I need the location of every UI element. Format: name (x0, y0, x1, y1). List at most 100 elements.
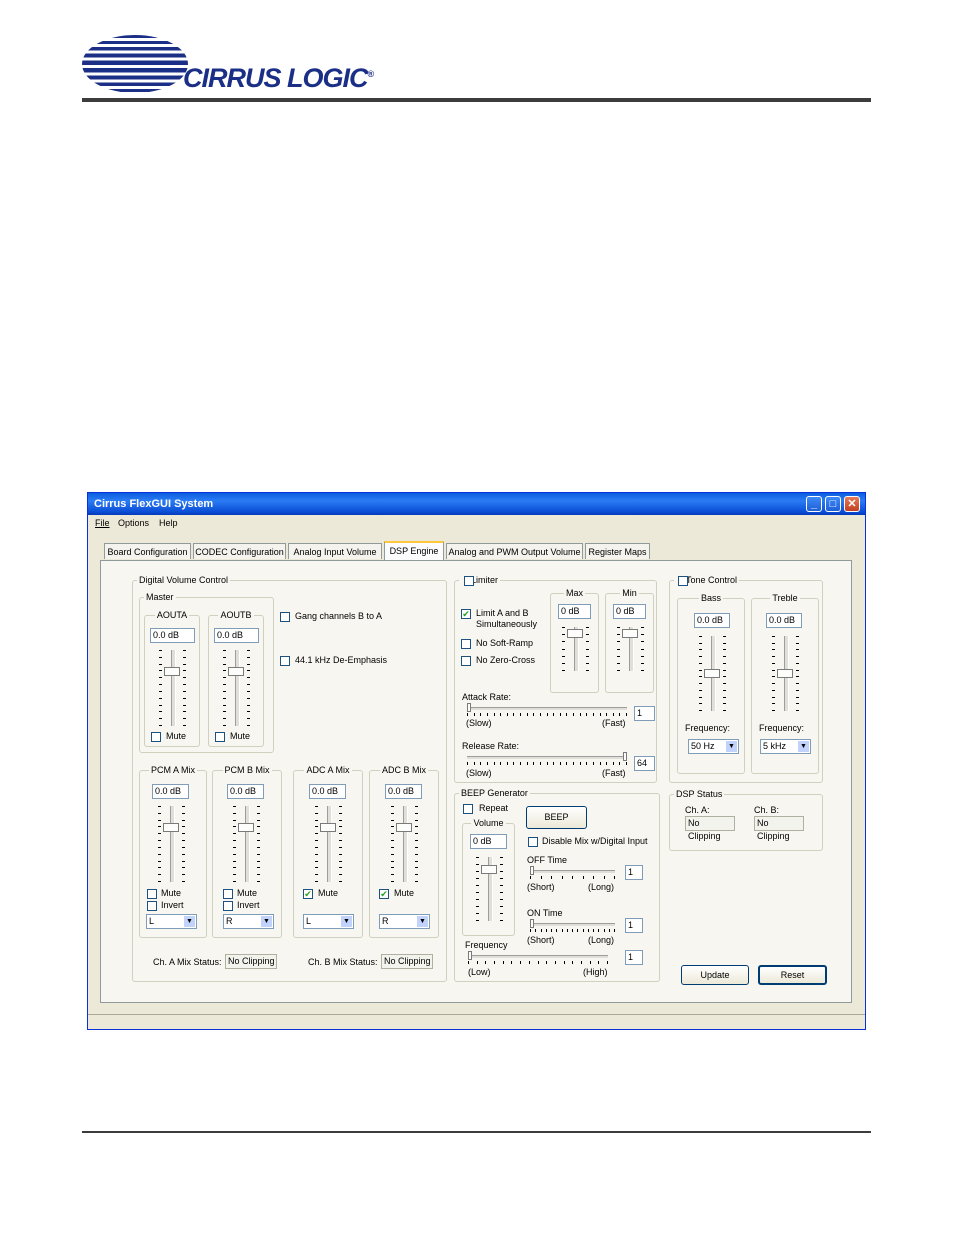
aouta-mute-checkbox[interactable] (151, 732, 161, 742)
slider-thumb[interactable] (163, 823, 179, 832)
menu-help[interactable]: Help (159, 518, 178, 528)
limiter-enable-checkbox[interactable] (464, 576, 474, 586)
slider-thumb[interactable] (530, 919, 534, 928)
slider-ticks (233, 806, 236, 882)
treble-value[interactable]: 0.0 dB (766, 613, 802, 628)
chevron-down-icon[interactable]: ▼ (184, 916, 195, 927)
tone-control-checkbox[interactable] (678, 576, 688, 586)
chevron-down-icon[interactable]: ▼ (261, 916, 272, 927)
adc-a-mute-checkbox[interactable]: ✔ (303, 889, 313, 899)
attack-rate-slider[interactable] (467, 703, 627, 717)
reset-button[interactable]: Reset (758, 965, 827, 985)
slider-thumb[interactable] (238, 823, 254, 832)
minimize-icon[interactable]: _ (806, 496, 822, 512)
tab-board-configuration[interactable]: Board Configuration (104, 543, 191, 559)
on-time-slider[interactable] (530, 919, 615, 933)
slider-thumb[interactable] (567, 629, 583, 638)
beep-repeat-checkbox[interactable] (463, 804, 473, 814)
limiter-max-slider[interactable] (557, 627, 593, 671)
beep-frequency-slider[interactable] (468, 951, 608, 965)
slider-thumb[interactable] (228, 667, 244, 676)
slider-thumb[interactable] (320, 823, 336, 832)
slider-thumb[interactable] (777, 669, 793, 678)
tab-dsp-engine[interactable]: DSP Engine (384, 541, 444, 560)
chevron-down-icon[interactable]: ▼ (417, 916, 428, 927)
slider-tick (796, 703, 799, 704)
maximize-icon[interactable]: □ (825, 496, 841, 512)
aoutb-value[interactable]: 0.0 dB (214, 628, 259, 643)
slider-thumb[interactable] (622, 629, 638, 638)
beep-button[interactable]: BEEP (526, 806, 587, 829)
gang-channels-checkbox[interactable] (280, 612, 290, 622)
beep-volume-title: Volume (473, 818, 504, 828)
off-time-slider[interactable] (530, 866, 615, 880)
adc-b-mute-checkbox[interactable]: ✔ (379, 889, 389, 899)
treble-frequency-select[interactable]: 5 kHz ▼ (760, 739, 811, 754)
slider-thumb[interactable] (530, 866, 534, 875)
pcm-a-mix-slider[interactable] (153, 806, 189, 882)
pcm-b-mute-checkbox[interactable] (223, 889, 233, 899)
tab-register-maps[interactable]: Register Maps (585, 543, 650, 559)
menu-file[interactable]: File (95, 518, 110, 528)
limiter-min-slider[interactable] (612, 627, 648, 671)
slider-thumb[interactable] (481, 865, 497, 874)
pcm-a-invert-checkbox[interactable] (147, 901, 157, 911)
no-soft-ramp-checkbox[interactable] (461, 639, 471, 649)
bass-slider[interactable] (694, 636, 730, 711)
chevron-down-icon[interactable]: ▼ (341, 916, 352, 927)
aoutb-mute-checkbox[interactable] (215, 732, 225, 742)
adc-a-mix-value[interactable]: 0.0 dB (309, 784, 346, 799)
slider-thumb[interactable] (468, 951, 472, 960)
chevron-down-icon[interactable]: ▼ (798, 741, 809, 752)
slider-tick (247, 677, 250, 678)
pcm-b-mix-value[interactable]: 0.0 dB (227, 784, 264, 799)
on-time-value[interactable]: 1 (625, 918, 643, 933)
disable-mix-checkbox[interactable] (528, 837, 538, 847)
de-emphasis-checkbox[interactable] (280, 656, 290, 666)
release-rate-value[interactable]: 64 (634, 756, 655, 771)
adc-a-channel-select[interactable]: L ▼ (303, 914, 354, 929)
beep-frequency-value[interactable]: 1 (625, 950, 643, 965)
slider-thumb[interactable] (704, 669, 720, 678)
pcm-b-mix-slider[interactable] (228, 806, 264, 882)
off-time-value[interactable]: 1 (625, 865, 643, 880)
beep-volume-value[interactable]: 0 dB (470, 834, 507, 849)
close-icon[interactable]: ✕ (844, 496, 860, 512)
no-zero-cross-checkbox[interactable] (461, 656, 471, 666)
pcm-b-invert-checkbox[interactable] (223, 901, 233, 911)
slider-thumb[interactable] (623, 752, 627, 761)
slider-thumb[interactable] (164, 667, 180, 676)
title-bar[interactable]: Cirrus FlexGUI System _ □ ✕ (88, 493, 865, 515)
aoutb-slider[interactable] (218, 650, 254, 726)
slider-tick (476, 871, 479, 872)
pcm-b-channel-select[interactable]: R ▼ (223, 914, 274, 929)
treble-slider[interactable] (767, 636, 803, 711)
pcm-a-mix-value[interactable]: 0.0 dB (152, 784, 189, 799)
attack-rate-value[interactable]: 1 (634, 706, 655, 721)
slider-tick (699, 683, 702, 684)
beep-volume-slider[interactable] (471, 857, 507, 921)
tab-codec-configuration[interactable]: CODEC Configuration (193, 543, 286, 559)
adc-b-channel-select[interactable]: R ▼ (379, 914, 430, 929)
limiter-max-value[interactable]: 0 dB (558, 604, 591, 619)
aouta-slider[interactable] (154, 650, 190, 726)
slider-tick (562, 641, 565, 642)
limiter-min-value[interactable]: 0 dB (613, 604, 646, 619)
release-rate-slider[interactable] (467, 752, 627, 766)
adc-b-mix-slider[interactable] (386, 806, 422, 882)
adc-b-mix-value[interactable]: 0.0 dB (385, 784, 422, 799)
aouta-value[interactable]: 0.0 dB (150, 628, 195, 643)
slider-thumb[interactable] (467, 703, 471, 712)
bass-frequency-select[interactable]: 50 Hz ▼ (688, 739, 739, 754)
update-button[interactable]: Update (681, 965, 749, 985)
tab-analog-pwm-output-volume[interactable]: Analog and PWM Output Volume (446, 543, 583, 559)
tab-analog-input-volume[interactable]: Analog Input Volume (288, 543, 382, 559)
bass-value[interactable]: 0.0 dB (694, 613, 730, 628)
limit-ab-checkbox[interactable]: ✔ (461, 609, 471, 619)
chevron-down-icon[interactable]: ▼ (726, 741, 737, 752)
menu-options[interactable]: Options (118, 518, 149, 528)
pcm-a-channel-select[interactable]: L ▼ (146, 914, 197, 929)
slider-thumb[interactable] (396, 823, 412, 832)
adc-a-mix-slider[interactable] (310, 806, 346, 882)
pcm-a-mute-checkbox[interactable] (147, 889, 157, 899)
